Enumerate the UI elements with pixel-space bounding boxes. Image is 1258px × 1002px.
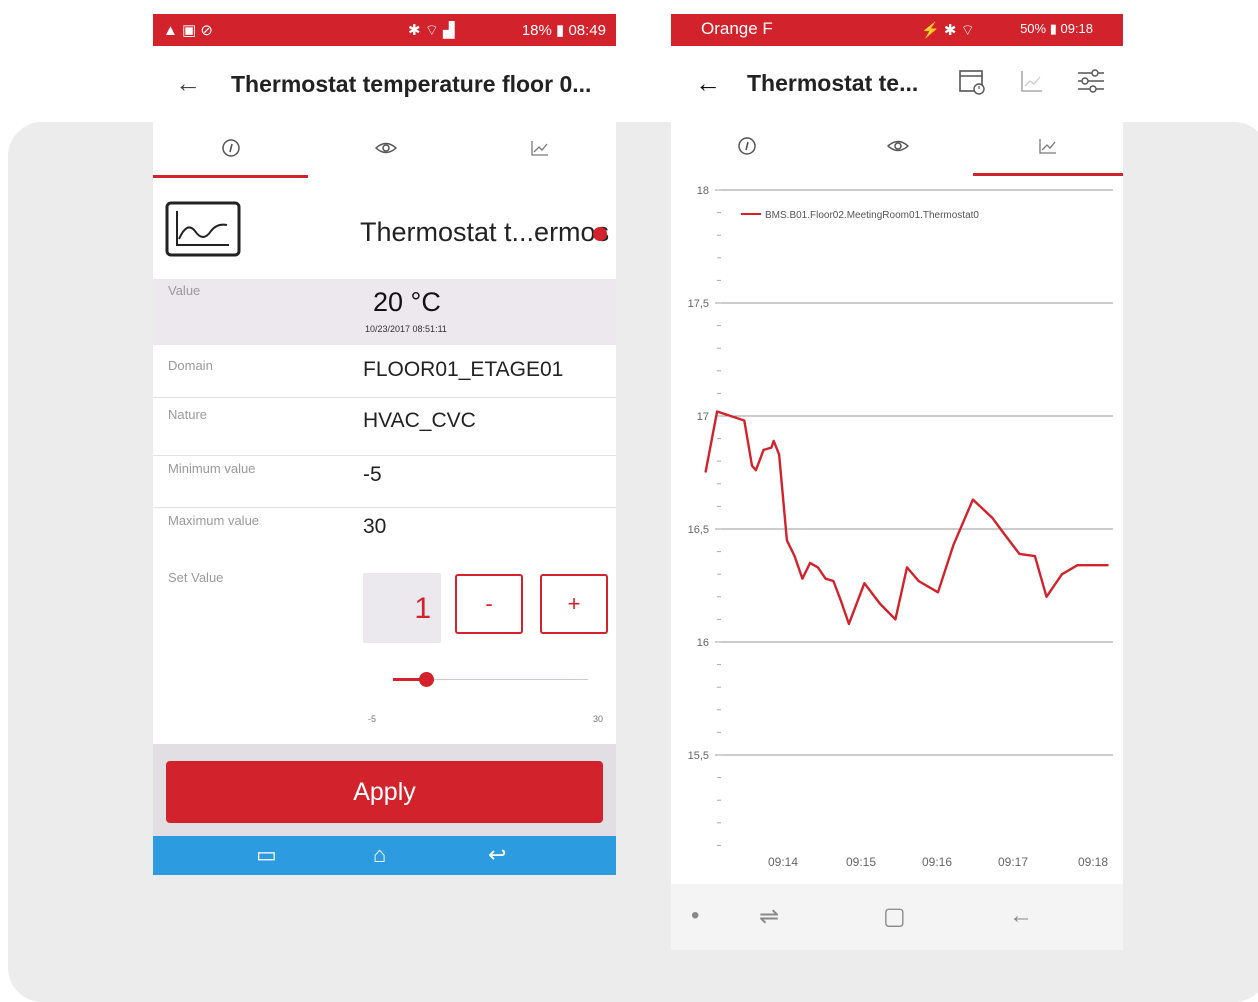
recents-icon[interactable]: ⇌ [759,902,779,931]
x-tick-label: 09:17 [998,855,1028,869]
back-arrow-icon[interactable]: ← [175,68,201,99]
status-bar: ▲ ▣ ⊘ ✱ ⌔ ▟ 18% ▮ 08:49 [153,14,616,46]
nature-row: Nature HVAC_CVC [153,397,616,456]
chart-icon [1039,139,1056,154]
page-title: Thermostat temperature floor 0... [231,71,592,97]
maximum-value: 30 [363,515,387,538]
tab-view[interactable] [822,116,973,176]
y-tick-label: 17,5 [688,298,709,310]
status-dot [593,227,607,241]
y-tick-label: 15,5 [688,750,709,762]
x-tick-label: 09:15 [846,855,876,869]
domain-value: FLOOR01_ETAGE01 [363,358,564,381]
info-icon [737,137,756,155]
nav-dot-icon: • [691,902,700,929]
back-icon[interactable]: ↩ [488,842,506,868]
apply-button[interactable]: Apply [166,761,603,823]
back-arrow-icon[interactable]: ← [695,68,721,99]
trend-device-icon [165,201,241,257]
tab-bar [153,118,616,178]
recents-icon[interactable]: ▭ [256,842,277,868]
x-tick-label: 09:18 [1078,855,1108,869]
android-nav-bar: • ⇌ ▢ ← [671,884,1123,950]
minimum-row: Minimum value -5 [153,455,616,508]
value-timestamp: 10/23/2017 08:51:11 [365,324,447,334]
domain-row: Domain FLOOR01_ETAGE01 [153,345,616,398]
y-tick-label: 17 [697,411,709,423]
tab-info[interactable] [671,116,822,176]
device-name: Thermostat t...ermos [360,217,610,247]
tab-chart[interactable] [973,116,1123,176]
status-time: 50% ▮ 09:18 [1020,21,1093,36]
nature-value: HVAC_CVC [363,409,476,432]
minimum-value: -5 [363,463,382,486]
set-value-label: Set Value [168,570,224,585]
maximum-row: Maximum value 30 [153,507,616,563]
chart-icon[interactable] [1019,68,1045,94]
nature-label: Nature [168,407,208,422]
back-icon[interactable]: ← [1009,902,1033,930]
maximum-label: Maximum value [168,513,260,528]
chart-icon [530,141,548,156]
y-tick-label: 16,5 [688,524,709,536]
x-tick-label: 09:16 [922,855,952,869]
decrement-button[interactable]: - [455,574,523,634]
legend-label: BMS.B01.Floor02.MeetingRoom01.Thermostat… [765,210,979,221]
y-tick-label: 16 [697,637,709,649]
left-phone-screen: ▲ ▣ ⊘ ✱ ⌔ ▟ 18% ▮ 08:49 ← Thermostat tem… [153,14,616,875]
app-bar: ← Thermostat temperature floor 0... [153,46,616,124]
tab-info[interactable] [153,118,308,178]
tab-indicator [153,175,308,178]
minimum-label: Minimum value [168,461,256,476]
slider-thumb[interactable] [419,672,435,687]
set-value-input[interactable]: 1 [363,573,441,643]
device-header: Thermostat t...ermos [153,189,616,279]
status-time: 18% ▮ 08:49 [521,22,606,39]
tab-bar [671,116,1123,176]
notification-icons: ▲ ▣ ⊘ [163,22,213,39]
page-title: Thermostat te... [747,70,919,96]
right-phone-screen: Orange F ⚡ ✱ ⌔ 50% ▮ 09:18 ← Thermostat … [671,14,1123,950]
calendar-icon[interactable] [957,66,987,96]
app-bar: ← Thermostat te... [671,46,1123,124]
connectivity-icons: ⚡ ✱ ⌔ [921,22,975,39]
connectivity-icons: ✱ ⌔ ▟ [408,22,455,39]
increment-button[interactable]: + [540,574,608,634]
temperature-chart: 18 17,5 17 16,5 16 15,5 09:14 09:15 09:16 09:17 09… [688,185,1113,869]
eye-icon [374,142,397,154]
value-row: Value 20 °C 10/23/2017 08:51:11 [153,279,616,345]
slider-min-label: -5 [368,714,377,724]
status-bar: Orange F ⚡ ✱ ⌔ 50% ▮ 09:18 [671,14,1123,46]
home-icon[interactable]: ⌂ [373,842,386,868]
android-nav-bar: ▭ ⌂ ↩ [153,836,616,875]
info-icon [221,139,240,157]
current-value: 20 °C [373,287,441,317]
y-tick-label: 18 [697,185,709,197]
home-icon[interactable]: ▢ [883,902,906,931]
tab-chart[interactable] [463,118,616,178]
slider-max-label: 30 [593,714,604,724]
eye-icon [886,140,909,152]
x-tick-label: 09:14 [768,855,798,869]
series-line [704,410,1109,626]
sliders-icon[interactable] [1076,68,1106,94]
tab-view[interactable] [308,118,463,178]
carrier-name: Orange F [701,19,773,38]
domain-label: Domain [168,358,213,373]
value-label: Value [168,283,201,298]
